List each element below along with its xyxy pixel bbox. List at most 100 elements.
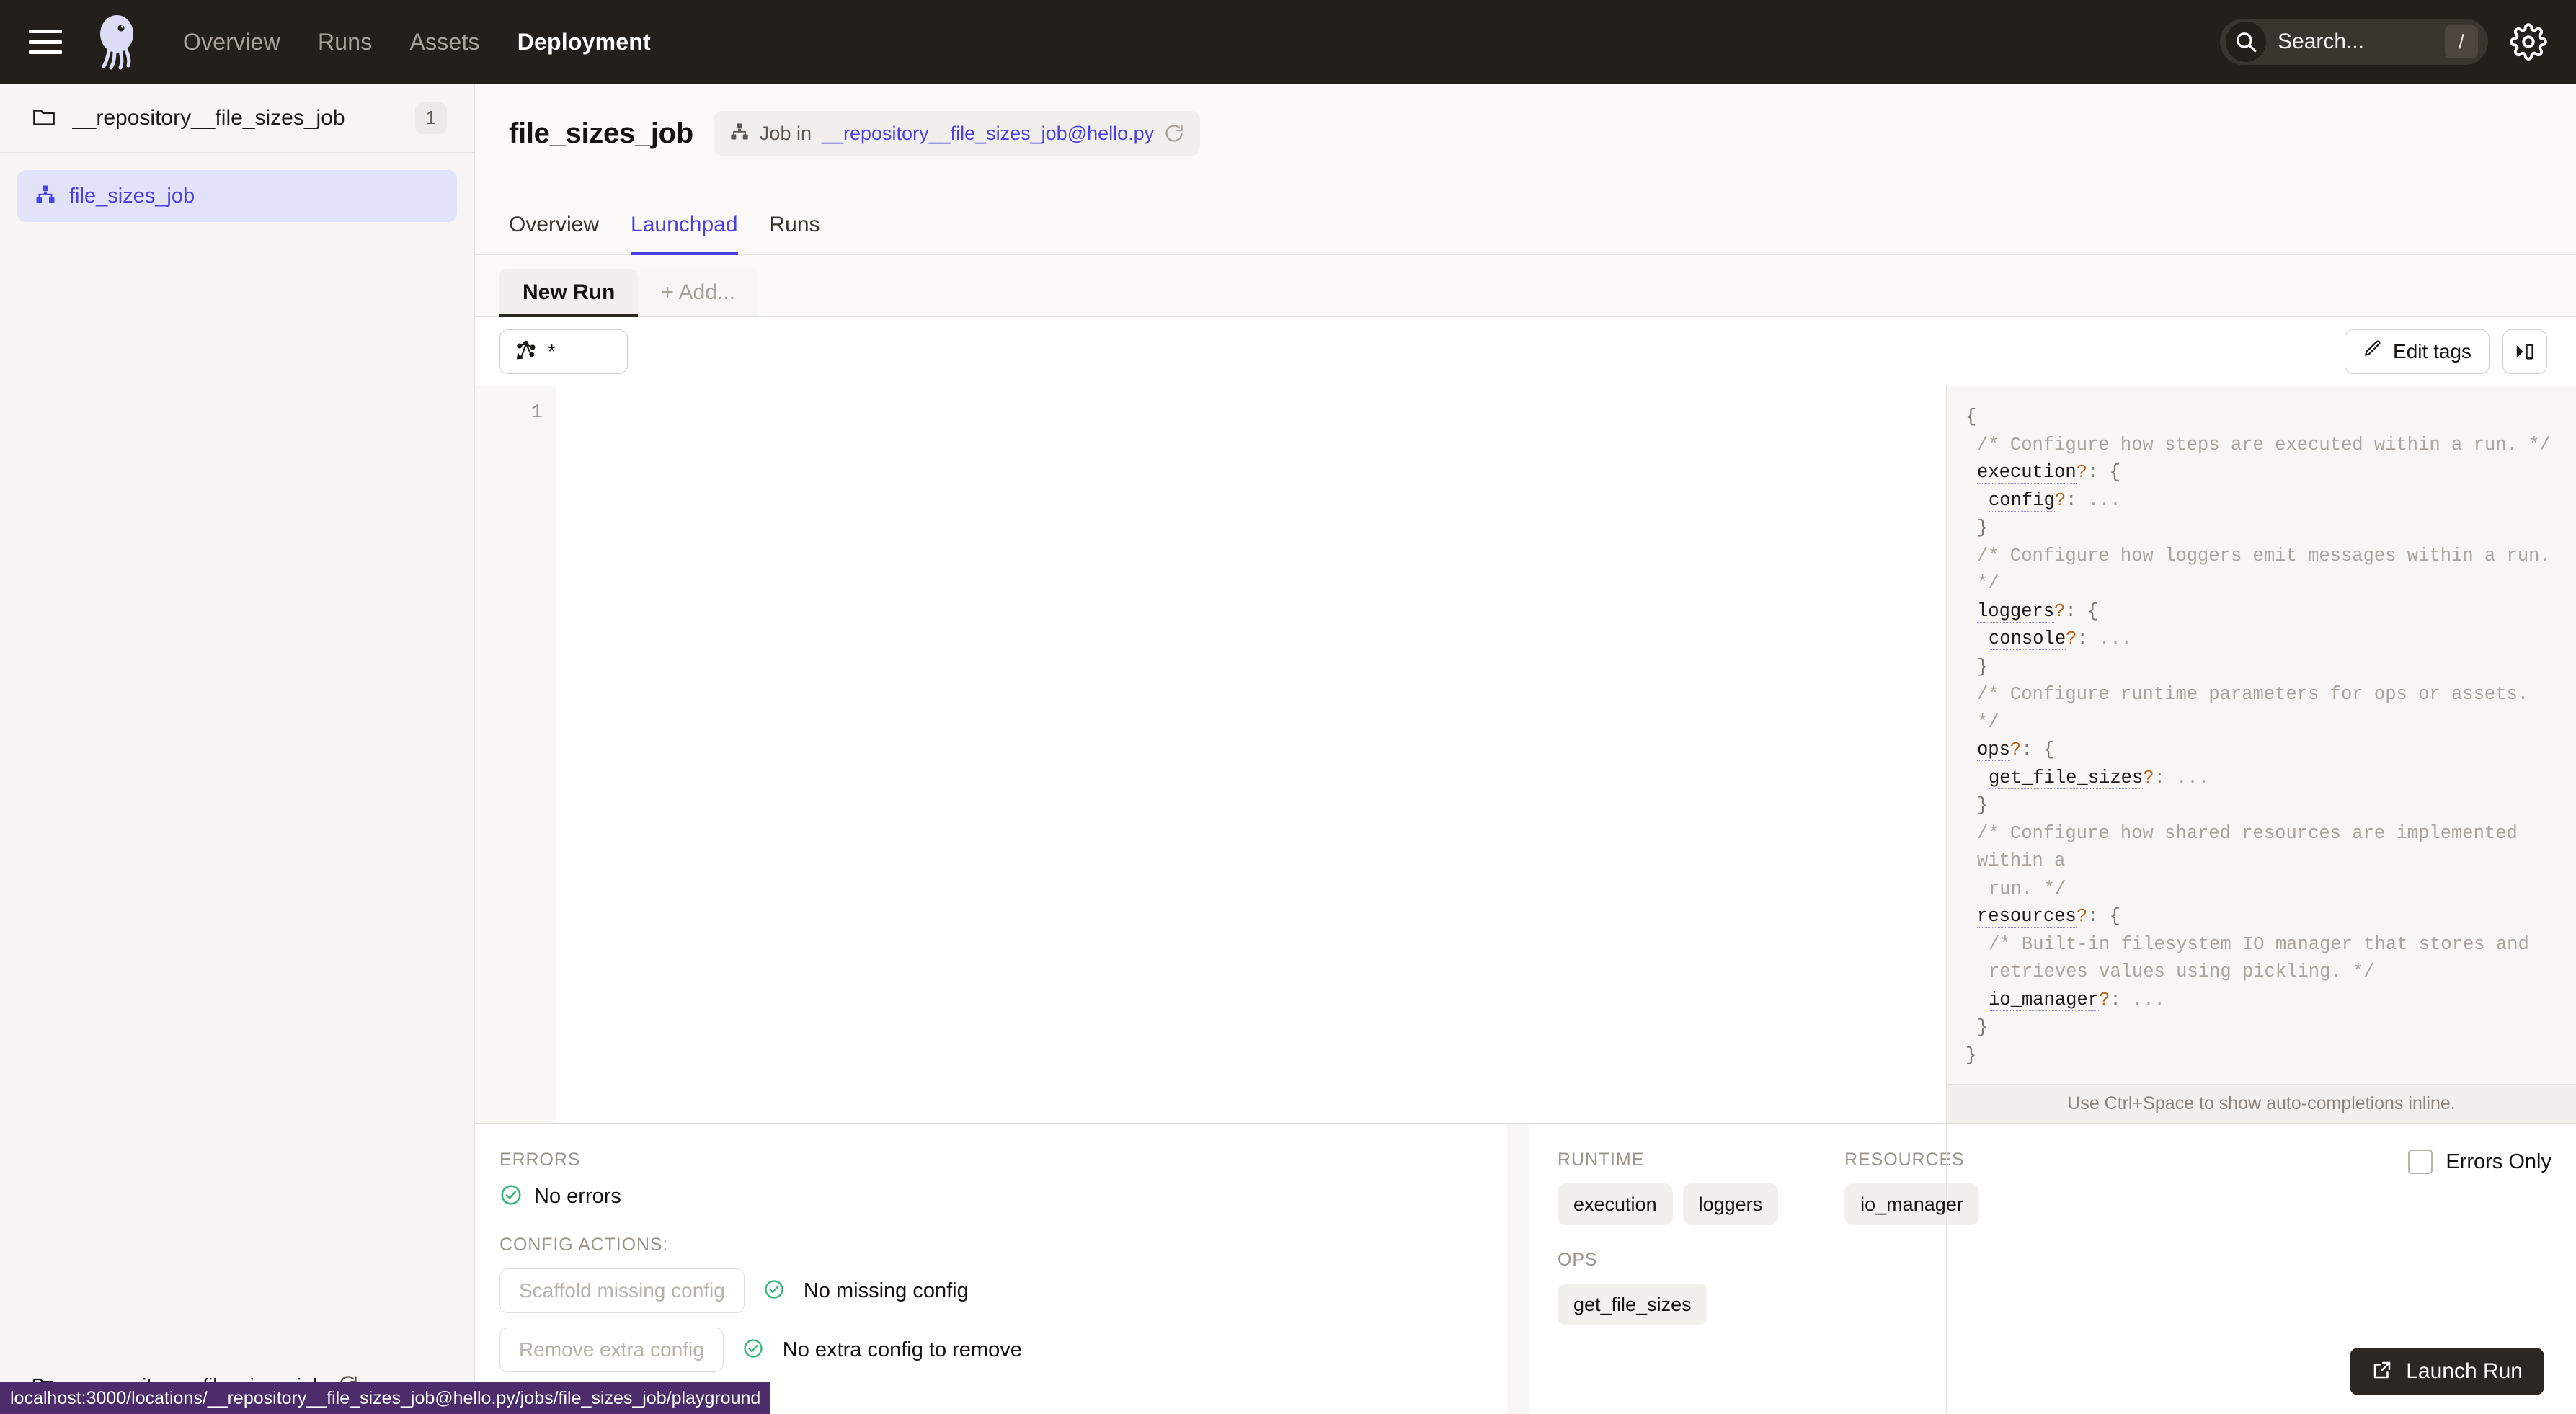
schema-token: : xyxy=(2021,739,2043,760)
line-number: 1 xyxy=(530,402,543,424)
resources-section-label: RESOURCES xyxy=(1844,1150,1965,1170)
check-circle-icon xyxy=(499,1183,523,1210)
schema-key[interactable]: get_file_sizes xyxy=(1989,767,2144,789)
schema-token: ... xyxy=(2099,628,2132,649)
schema-token: /* Configure how steps are executed with… xyxy=(1977,434,2551,455)
sidebar-repository-count: 1 xyxy=(415,102,447,134)
schema-token: : xyxy=(2110,989,2132,1010)
pencil-icon xyxy=(2363,339,2383,364)
schema-line: } xyxy=(1966,1014,2557,1042)
schema-key[interactable]: config xyxy=(1989,489,2055,512)
schema-token: ? xyxy=(2076,462,2088,483)
check-circle-icon xyxy=(763,1279,785,1304)
schema-token: { xyxy=(2043,739,2055,760)
schema-token: } xyxy=(1977,1017,1989,1038)
schema-token: : xyxy=(2066,489,2088,511)
errors-only-checkbox[interactable] xyxy=(2408,1150,2433,1174)
errors-status-row: No errors xyxy=(499,1183,1478,1210)
config-schema-code[interactable]: {/* Configure how steps are executed wit… xyxy=(1947,386,2576,1084)
search-placeholder-text: Search... xyxy=(2278,30,2365,53)
nav-link-overview[interactable]: Overview xyxy=(183,29,280,55)
op-selection-value: * xyxy=(548,339,556,363)
schema-token: /* Configure runtime parameters for ops … xyxy=(1977,684,2540,733)
schema-key[interactable]: console xyxy=(1989,628,2066,650)
schema-key[interactable]: loggers xyxy=(1977,600,2055,623)
schema-key[interactable]: ops xyxy=(1977,739,2010,761)
schema-token: { xyxy=(1966,406,1977,427)
config-schema-panel: {/* Configure how steps are executed wit… xyxy=(1946,386,2576,1123)
tab-runs[interactable]: Runs xyxy=(754,213,836,256)
config-editor: 1 xyxy=(475,386,1946,1123)
schema-line: loggers?: { xyxy=(1966,598,2557,626)
schema-token: { xyxy=(2087,600,2099,622)
tab-launchpad[interactable]: Launchpad xyxy=(615,213,753,256)
schema-token: : xyxy=(2065,600,2088,622)
app-root: Overview Runs Assets Deployment Search..… xyxy=(0,0,2576,1414)
tab-overview[interactable]: Overview xyxy=(509,213,615,256)
op-selection-input[interactable]: * xyxy=(499,329,628,374)
folder-icon xyxy=(32,105,56,130)
launch-run-button[interactable]: Launch Run xyxy=(2350,1348,2544,1395)
schema-line: } xyxy=(1966,654,2557,682)
job-origin-link[interactable]: __repository__file_sizes_job@hello.py xyxy=(822,123,1154,145)
collapse-right-panel-icon[interactable] xyxy=(2502,329,2547,374)
schema-token: ? xyxy=(2076,906,2088,927)
runtime-chip-row: execution loggers xyxy=(1558,1183,1779,1225)
errors-only-toggle[interactable]: Errors Only xyxy=(2408,1150,2551,1174)
schema-line: run. */ xyxy=(1966,876,2557,904)
job-tabs: Overview Launchpad Runs xyxy=(475,183,2576,256)
schema-key[interactable]: resources xyxy=(1977,906,2077,928)
chip-io_manager[interactable]: io_manager xyxy=(1844,1183,1979,1225)
dagster-logo-icon[interactable] xyxy=(88,11,150,73)
config-editor-textarea[interactable] xyxy=(556,386,1946,1123)
edit-tags-button[interactable]: Edit tags xyxy=(2345,329,2490,374)
search-icon xyxy=(2226,22,2266,62)
chip-loggers[interactable]: loggers xyxy=(1682,1183,1779,1225)
sidebar-repository-row[interactable]: __repository__file_sizes_job 1 xyxy=(0,84,474,153)
job-graph-icon xyxy=(35,184,56,209)
chip-execution[interactable]: execution xyxy=(1558,1183,1673,1225)
op-selection-icon xyxy=(515,339,536,364)
session-tab-bar: New Run + Add... xyxy=(475,255,2576,317)
panel-divider xyxy=(1507,1124,1529,1414)
launch-run-label: Launch Run xyxy=(2406,1359,2523,1383)
schema-token: ... xyxy=(2176,767,2210,788)
schema-token: { xyxy=(2109,906,2120,927)
chip-get_file_sizes[interactable]: get_file_sizes xyxy=(1558,1284,1707,1325)
check-circle-icon xyxy=(742,1338,764,1363)
schema-key[interactable]: io_manager xyxy=(1989,989,2100,1011)
search-shortcut-key: / xyxy=(2445,25,2478,58)
scaffold-missing-config-status: No missing config xyxy=(803,1279,969,1302)
schema-key[interactable]: execution xyxy=(1977,462,2077,484)
launchpad-editor-split: 1 {/* Configure how steps are executed w… xyxy=(475,386,2576,1123)
schema-token: ? xyxy=(2009,739,2022,760)
schema-token: ? xyxy=(2054,489,2066,511)
schema-token: } xyxy=(1977,656,1989,677)
session-tab-new-run[interactable]: New Run xyxy=(499,269,639,317)
hamburger-menu-icon[interactable] xyxy=(29,30,62,54)
global-search-button[interactable]: Search... / xyxy=(2220,19,2488,65)
main-content: file_sizes_job Job in __repository__file… xyxy=(475,84,2576,1414)
reload-icon[interactable] xyxy=(1164,123,1184,143)
session-tab-add[interactable]: + Add... xyxy=(638,269,758,316)
schema-token: } xyxy=(1966,1044,1977,1066)
sidebar-repository-name: __repository__file_sizes_job xyxy=(72,105,345,130)
external-link-icon xyxy=(2371,1359,2393,1384)
page-header: file_sizes_job Job in __repository__file… xyxy=(475,84,2576,183)
scaffold-missing-config-button[interactable]: Scaffold missing config xyxy=(499,1268,745,1313)
schema-line: io_manager?: ... xyxy=(1966,987,2557,1015)
launchpad-toolbar: * Edit tags xyxy=(475,317,2576,386)
job-graph-icon xyxy=(729,122,750,146)
config-action-row: Remove extra config No extra config to r… xyxy=(499,1328,1478,1372)
toolbar-right-group: Edit tags xyxy=(2345,329,2547,374)
sidebar-item-file_sizes_job[interactable]: file_sizes_job xyxy=(17,170,457,222)
schema-token: { xyxy=(2109,462,2120,483)
gear-icon[interactable] xyxy=(2510,23,2547,61)
nav-link-runs[interactable]: Runs xyxy=(318,29,373,55)
errors-status-text: No errors xyxy=(534,1185,621,1208)
nav-link-assets[interactable]: Assets xyxy=(409,29,479,55)
schema-token: run. */ xyxy=(1989,878,2066,899)
remove-extra-config-button[interactable]: Remove extra config xyxy=(499,1328,724,1372)
nav-link-deployment[interactable]: Deployment xyxy=(518,29,651,55)
config-actions-label: CONFIG ACTIONS: xyxy=(499,1235,669,1255)
